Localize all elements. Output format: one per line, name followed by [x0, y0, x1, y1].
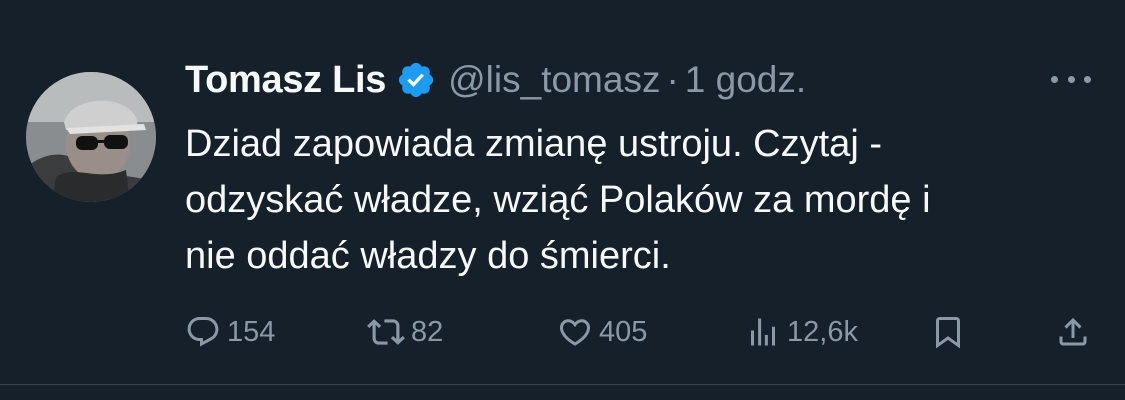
- heart-icon: [559, 319, 591, 346]
- views-icon: [751, 318, 775, 346]
- tweet-text-line: odzyskać władze, wziąć Polaków za mordę …: [185, 179, 931, 221]
- retweet-icon: [367, 319, 405, 345]
- share-button[interactable]: [1055, 312, 1091, 352]
- tweet-divider: [0, 384, 1125, 385]
- retweet-count: 82: [411, 315, 444, 348]
- like-button[interactable]: 405: [557, 312, 647, 352]
- author-name[interactable]: Tomasz Lis: [185, 59, 386, 102]
- more-options-icon[interactable]: [1051, 66, 1091, 92]
- retweet-button[interactable]: 82: [367, 312, 443, 352]
- tweet-header: Tomasz Lis @lis_tomasz · 1 godz.: [185, 54, 806, 106]
- share-icon: [1059, 317, 1087, 346]
- header-separator: ·: [666, 59, 679, 100]
- bookmark-button[interactable]: [930, 312, 966, 352]
- tweet-text: Dziad zapowiada zmianę ustroju. Czytaj -…: [185, 116, 1085, 284]
- views-button[interactable]: 12,6k: [745, 312, 858, 352]
- reply-button[interactable]: 154: [185, 312, 275, 352]
- avatar-photo: [26, 72, 156, 202]
- like-count: 405: [599, 315, 648, 348]
- tweet[interactable]: Tomasz Lis @lis_tomasz · 1 godz. Dziad z…: [0, 0, 1125, 384]
- author-avatar[interactable]: [26, 72, 156, 202]
- verified-badge-icon: [396, 60, 436, 100]
- author-handle[interactable]: @lis_tomasz: [448, 59, 660, 101]
- views-count: 12,6k: [787, 315, 858, 348]
- tweet-actions: 154 82 405 12,6k: [185, 312, 1095, 352]
- reply-icon: [187, 317, 219, 347]
- tweet-text-line: nie oddać władzy do śmierci.: [185, 235, 671, 277]
- reply-count: 154: [227, 315, 276, 348]
- tweet-text-line: Dziad zapowiada zmianę ustroju. Czytaj -: [185, 123, 882, 165]
- tweet-timestamp[interactable]: 1 godz.: [685, 59, 806, 101]
- bookmark-icon: [936, 317, 960, 349]
